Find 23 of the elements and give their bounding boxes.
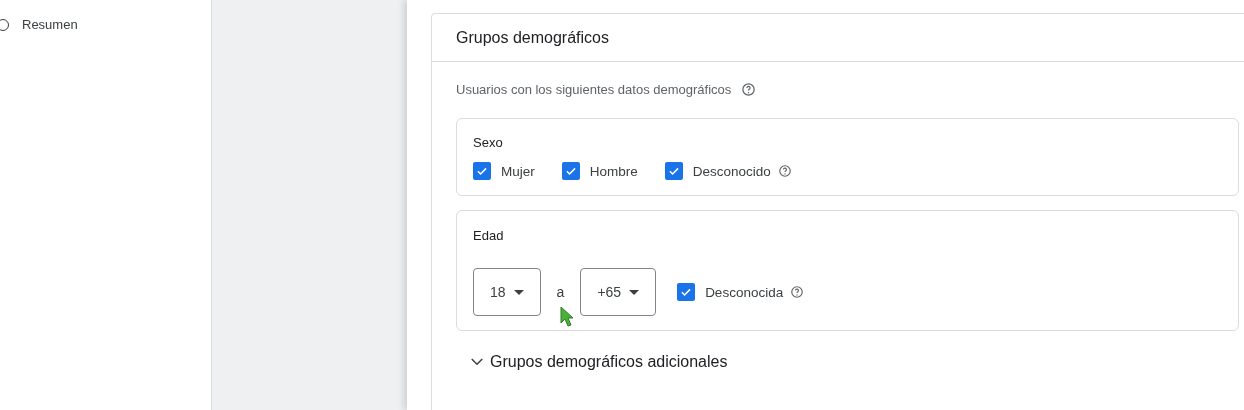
sidebar-item[interactable]: Resumen — [0, 17, 211, 32]
expander-toggle[interactable]: Grupos demográficos adicionales — [456, 345, 740, 379]
help-icon[interactable] — [741, 82, 757, 97]
dropdown[interactable]: 18 — [473, 268, 541, 316]
section-title: Sexo — [473, 135, 504, 150]
caret-icon — [629, 289, 640, 295]
checkbox-label: Desconocido — [692, 163, 771, 179]
checkbox[interactable] — [561, 162, 580, 180]
range-separator: a — [556, 284, 565, 300]
help-icon[interactable] — [790, 285, 805, 299]
section-title: Edad — [473, 228, 505, 243]
checkbox-label: Desconocida — [705, 284, 784, 300]
checkbox[interactable] — [677, 283, 696, 301]
description-text: Usuarios con los siguientes datos demográficos — [456, 82, 732, 97]
dropdown[interactable]: +65 — [580, 268, 657, 316]
checkbox[interactable] — [473, 162, 491, 180]
cursor-icon — [559, 306, 575, 328]
caret-icon — [513, 289, 524, 295]
card-title: Grupos demográficos — [432, 14, 1244, 62]
help-icon[interactable] — [777, 164, 792, 178]
checkbox-label: Mujer — [501, 163, 535, 179]
checkbox[interactable] — [664, 162, 683, 180]
checkbox-label: Hombre — [589, 163, 638, 179]
